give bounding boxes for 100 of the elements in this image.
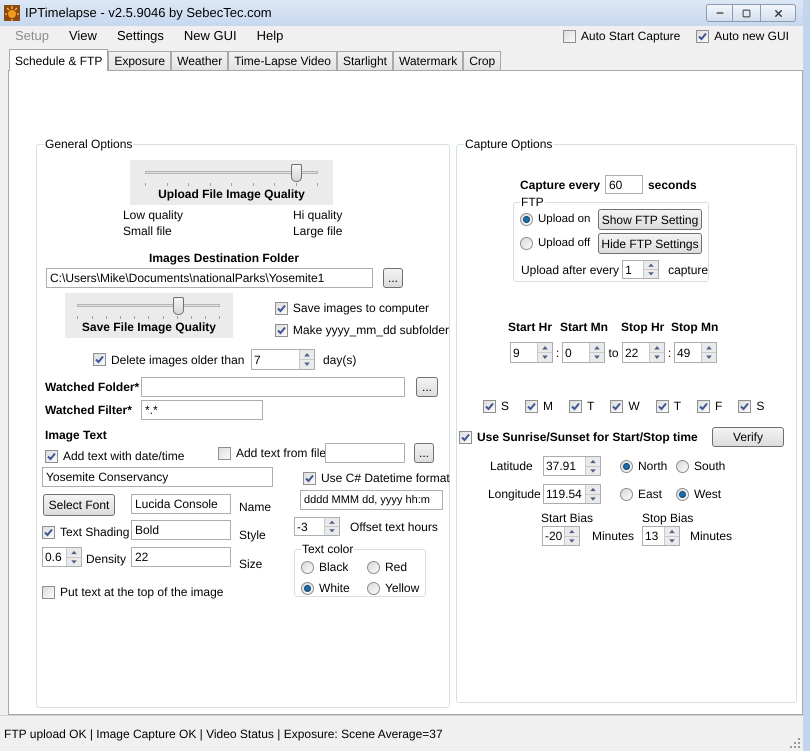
tab[interactable]: Time-Lapse Video xyxy=(228,51,337,70)
radio-button[interactable]: Red xyxy=(367,558,425,576)
checkbox[interactable]: Make yyyy_mm_dd subfolder xyxy=(274,321,449,339)
slider-track[interactable] xyxy=(77,296,220,320)
checkbox[interactable]: Use C# Datetime format xyxy=(303,469,450,487)
close-icon xyxy=(772,8,784,18)
radio-button[interactable]: White xyxy=(301,579,367,597)
group-title: Capture Options xyxy=(464,137,554,151)
checkbox[interactable]: Put text at the top of the image xyxy=(42,583,273,601)
radio-button[interactable]: West xyxy=(676,485,722,503)
maximize-button[interactable] xyxy=(733,4,760,22)
radio-button[interactable]: North xyxy=(620,457,676,475)
field-label: Capture every xyxy=(520,176,602,194)
group-title: Text color xyxy=(301,542,354,556)
checkbox[interactable]: Save images to computer xyxy=(274,299,449,317)
checkbox[interactable]: W xyxy=(610,397,640,415)
spin-field[interactable]: 22 xyxy=(622,342,665,363)
tab[interactable]: Exposure xyxy=(108,51,172,70)
button[interactable]: Verify xyxy=(712,427,784,447)
slider-thumb[interactable] xyxy=(172,297,184,315)
radio-button[interactable]: Black xyxy=(301,558,367,576)
browse-button[interactable]: ... xyxy=(383,268,403,288)
radio-button[interactable]: South xyxy=(676,457,726,475)
checkbox[interactable]: T xyxy=(656,397,682,415)
spin-field[interactable]: 0 xyxy=(562,342,605,363)
text-field[interactable] xyxy=(325,443,405,463)
group-title: General Options xyxy=(44,137,134,151)
spin-field[interactable]: 119.54 xyxy=(543,484,601,504)
tab[interactable]: Watermark xyxy=(392,51,464,70)
spin-field[interactable]: -3 xyxy=(294,517,340,536)
radio-button[interactable]: Upload on xyxy=(520,210,598,228)
separator-label: to xyxy=(607,344,620,362)
checkbox[interactable]: Text Shading xyxy=(42,523,131,541)
menu-item[interactable]: View xyxy=(62,26,104,46)
tab[interactable]: Schedule & FTP xyxy=(9,49,108,71)
text-field[interactable]: 22 xyxy=(131,547,231,567)
field-label: Name xyxy=(239,499,272,516)
radio-button[interactable]: Upload off xyxy=(520,234,598,252)
browse-button[interactable]: ... xyxy=(416,377,438,397)
spin-field[interactable]: 0.6 xyxy=(42,547,82,567)
unit-label: Minutes xyxy=(690,528,732,545)
window-title: IPTimelapse - v2.5.9046 by SebecTec.com xyxy=(25,4,272,22)
radio-button[interactable]: Yellow xyxy=(367,579,425,597)
text-field[interactable]: Bold xyxy=(131,520,231,540)
scale-label: Low quality xyxy=(123,207,184,223)
checkbox[interactable]: Add text from file xyxy=(218,444,325,462)
checkbox[interactable]: Add text with date/time xyxy=(45,447,218,465)
unit-label: seconds xyxy=(648,176,697,194)
text-field[interactable]: *.* xyxy=(141,400,263,420)
spin-field[interactable]: 49 xyxy=(674,342,717,363)
browse-button[interactable]: ... xyxy=(414,443,434,463)
group-title: FTP xyxy=(520,195,545,209)
separator-label: : xyxy=(666,344,672,362)
tab[interactable]: Starlight xyxy=(336,51,393,70)
checkbox[interactable]: S xyxy=(483,397,510,415)
button[interactable]: Select Font xyxy=(43,494,115,516)
field-label: Longitude xyxy=(488,486,542,503)
radio-button[interactable]: East xyxy=(620,485,676,503)
text-field[interactable]: dddd MMM dd, yyyy hh:m xyxy=(300,490,443,510)
field-label: Stop Mn xyxy=(671,320,718,334)
spin-field[interactable]: -20 xyxy=(542,526,580,546)
spin-field[interactable]: 37.91 xyxy=(543,456,601,476)
button[interactable]: Hide FTP Settings xyxy=(598,233,702,254)
text-field[interactable]: Lucida Console xyxy=(131,494,231,514)
spin-field[interactable]: 9 xyxy=(510,342,553,363)
status-text: FTP upload OK | Image Capture OK | Video Status | Exposure: Scene Average=37 xyxy=(4,726,443,742)
slider-thumb[interactable] xyxy=(291,164,302,182)
menu-item[interactable]: New GUI xyxy=(176,26,244,46)
close-button[interactable] xyxy=(760,4,796,22)
button[interactable]: Show FTP Setting xyxy=(598,209,702,230)
tab[interactable]: Weather xyxy=(171,51,228,70)
menu-item[interactable]: Help xyxy=(250,26,290,46)
field-label: Upload after every xyxy=(521,262,620,278)
checkbox[interactable]: M xyxy=(525,397,554,415)
maximize-icon xyxy=(742,8,751,18)
scale-label: Large file xyxy=(293,223,342,239)
tab[interactable]: Crop xyxy=(463,51,502,70)
slider-track[interactable] xyxy=(145,163,318,187)
checkbox[interactable]: Delete images older than xyxy=(93,350,251,368)
unit-label: Minutes xyxy=(592,528,636,545)
checkbox[interactable]: T xyxy=(569,397,594,415)
text-field[interactable]: Yosemite Conservancy xyxy=(42,467,273,487)
checkbox[interactable]: Use Sunrise/Sunset for Start/Stop time xyxy=(459,428,712,446)
section-heading: Images Destination Folder xyxy=(149,251,300,265)
checkbox[interactable]: F xyxy=(697,397,722,415)
checkbox[interactable]: S xyxy=(738,397,764,415)
checkbox[interactable]: Auto new GUI xyxy=(696,27,789,45)
checkbox[interactable]: Auto Start Capture xyxy=(562,27,680,45)
text-field[interactable]: C:\Users\Mike\Documents\nationalParks\Yosemite1 xyxy=(46,268,373,288)
text-field[interactable]: 60 xyxy=(605,175,643,194)
field-label: Latitude xyxy=(490,458,534,475)
spin-field[interactable]: 13 xyxy=(642,526,680,546)
spin-field[interactable]: 1 xyxy=(622,260,660,279)
slider-label: Save File Image Quality xyxy=(82,320,216,334)
menu-item[interactable]: Settings xyxy=(110,26,171,46)
section-heading: Image Text xyxy=(45,428,107,442)
text-field[interactable] xyxy=(141,377,405,397)
field-label: Start Bias xyxy=(541,512,594,525)
field-label: Watched Filter* xyxy=(45,402,133,419)
spin-field[interactable]: 7 xyxy=(251,349,315,370)
